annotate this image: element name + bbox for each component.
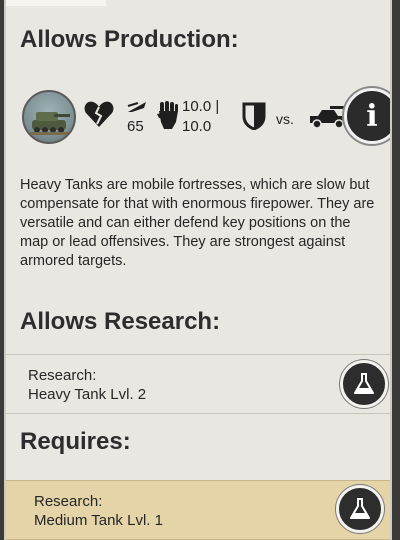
requires-item-type: Research: [34,493,103,510]
allows-research-heading: Allows Research: [20,308,221,335]
unit-stats-row: 65 10.0 | 10.0 vs. [6,84,390,154]
research-item-type: Research: [28,367,97,384]
requires-flask-button[interactable] [336,485,384,533]
requires-item-medium-tank-1[interactable]: Research: Medium Tank Lvl. 1 [6,480,390,540]
info-icon: i [366,98,378,134]
unit-detail-panel: Allows Production: 65 10.0 | 10.0 vs. i … [4,0,392,540]
fist-icon [157,101,178,129]
info-button[interactable]: i [344,88,390,144]
research-item-name: Heavy Tank Lvl. 2 [28,386,147,403]
heavy-tank-avatar[interactable] [22,90,76,144]
unit-description: Heavy Tanks are mobile fortresses, which… [20,177,375,269]
cost-value: 65 [127,118,144,135]
versus-label: vs. [276,111,294,127]
shield-icon [242,102,266,130]
tab-indicator [6,0,106,6]
flask-icon [354,373,374,394]
requires-item-label: Research: Medium Tank Lvl. 1 [34,492,163,530]
requires-item-name: Medium Tank Lvl. 1 [34,512,163,529]
research-item-heavy-tank-2[interactable]: Research: Heavy Tank Lvl. 2 [6,354,390,414]
requires-heading: Requires: [20,428,131,455]
research-flask-button[interactable] [340,360,388,408]
broken-heart-icon [84,101,114,127]
attack-value-bottom: 10.0 [182,118,212,135]
allows-production-heading: Allows Production: [20,26,239,53]
attack-value-top: 10.0 | [182,98,220,115]
speed-icon [127,102,146,112]
flask-icon [350,498,370,519]
research-item-label: Research: Heavy Tank Lvl. 2 [28,366,146,404]
